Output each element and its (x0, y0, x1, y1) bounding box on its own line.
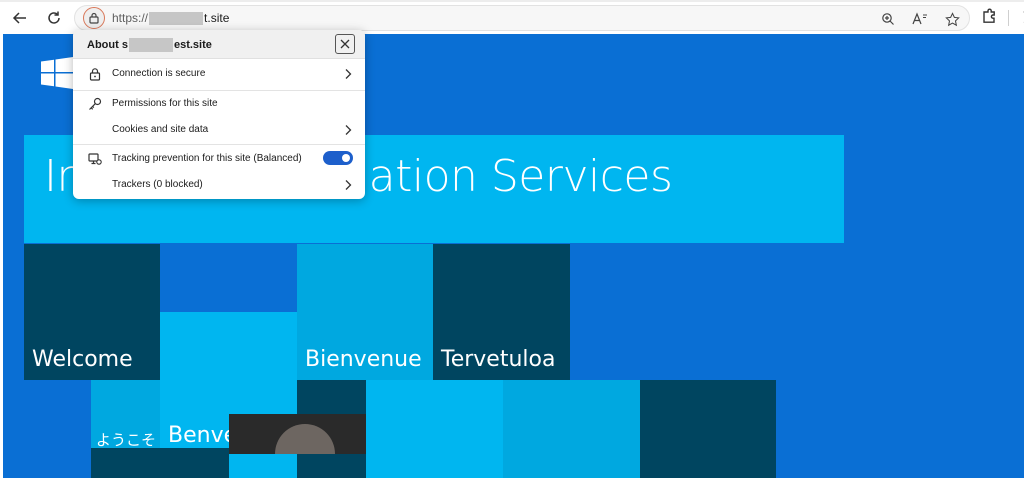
extensions-icon (983, 8, 995, 23)
chevron-right-icon (345, 125, 352, 135)
toolbar-separator (1008, 10, 1009, 26)
site-info-button[interactable] (83, 7, 105, 29)
tile-bienvenue: Bienvenue (297, 244, 433, 380)
popup-title-prefix: About s (87, 39, 128, 51)
read-aloud-button[interactable] (911, 10, 929, 28)
refresh-icon (48, 11, 60, 24)
toggle-knob (342, 154, 350, 162)
connection-secure-item[interactable]: Connection is secure (73, 61, 365, 87)
tile-blank-b (366, 380, 503, 478)
trackers-label: Trackers (0 blocked) (112, 179, 203, 190)
extensions-button[interactable] (980, 8, 1000, 28)
lock-icon (89, 68, 101, 81)
back-arrow-icon (12, 12, 26, 24)
title-redaction (128, 38, 173, 52)
tracking-prevention-toggle[interactable] (323, 151, 353, 165)
tab-strip-edge (0, 0, 1024, 2)
permissions-item[interactable]: Permissions for this site (73, 91, 365, 117)
windows-logo-icon (41, 57, 73, 89)
favorites-bar-button[interactable] (1016, 10, 1024, 26)
url-text[interactable]: https:// t.site (112, 11, 229, 25)
zoom-icon (882, 13, 894, 25)
cookies-item[interactable]: Cookies and site data (73, 117, 365, 143)
address-bar-actions (879, 10, 961, 28)
chevron-right-icon (345, 69, 352, 79)
chevron-right-icon (345, 180, 352, 190)
popup-title-suffix: est.site (173, 39, 212, 51)
tile-label: ようこそ (96, 431, 157, 449)
tracking-prevention-label: Tracking prevention for this site (Balan… (112, 153, 302, 164)
browser-toolbar: https:// t.site (0, 0, 1024, 34)
url-domain: t.site (204, 11, 230, 25)
refresh-button[interactable] (42, 6, 66, 30)
tracking-icon (88, 153, 102, 165)
url-redaction (149, 11, 204, 25)
permissions-label: Permissions for this site (112, 98, 218, 109)
cookies-label: Cookies and site data (112, 124, 209, 135)
tile-welcome: Welcome (24, 244, 160, 380)
close-icon (340, 39, 350, 49)
tracking-prevention-item: Tracking prevention for this site (Balan… (73, 146, 365, 172)
key-icon (89, 97, 102, 110)
address-bar[interactable]: https:// t.site (74, 5, 970, 31)
tile-label: Tervetuloa (441, 347, 556, 372)
tile-blank-e (91, 448, 229, 478)
back-button[interactable] (8, 6, 32, 30)
popup-header: About s est.site (73, 30, 365, 59)
favorites-icon (1023, 11, 1024, 23)
read-aloud-icon (912, 12, 927, 25)
tile-blank-d (640, 380, 776, 478)
tile-tervetuloa: Tervetuloa (433, 244, 570, 380)
photo-figure (275, 424, 335, 454)
tile-blank-a (160, 312, 297, 380)
zoom-button[interactable] (879, 10, 897, 28)
close-button[interactable] (335, 34, 355, 54)
connection-secure-label: Connection is secure (112, 68, 206, 79)
trackers-item[interactable]: Trackers (0 blocked) (73, 172, 365, 198)
tile-label: Bienvenue (305, 347, 422, 372)
favorite-star-icon (944, 11, 960, 26)
lock-icon (89, 12, 99, 24)
site-info-popup: About s est.site Connection is secure Pe… (73, 30, 365, 199)
favorite-button[interactable] (943, 10, 961, 28)
photo-tile (229, 414, 366, 454)
popup-title: About s est.site (87, 38, 212, 52)
tile-label: Welcome (32, 347, 133, 372)
url-protocol: https:// (112, 11, 149, 25)
popup-divider (73, 144, 365, 145)
tile-blank-c (503, 380, 640, 478)
